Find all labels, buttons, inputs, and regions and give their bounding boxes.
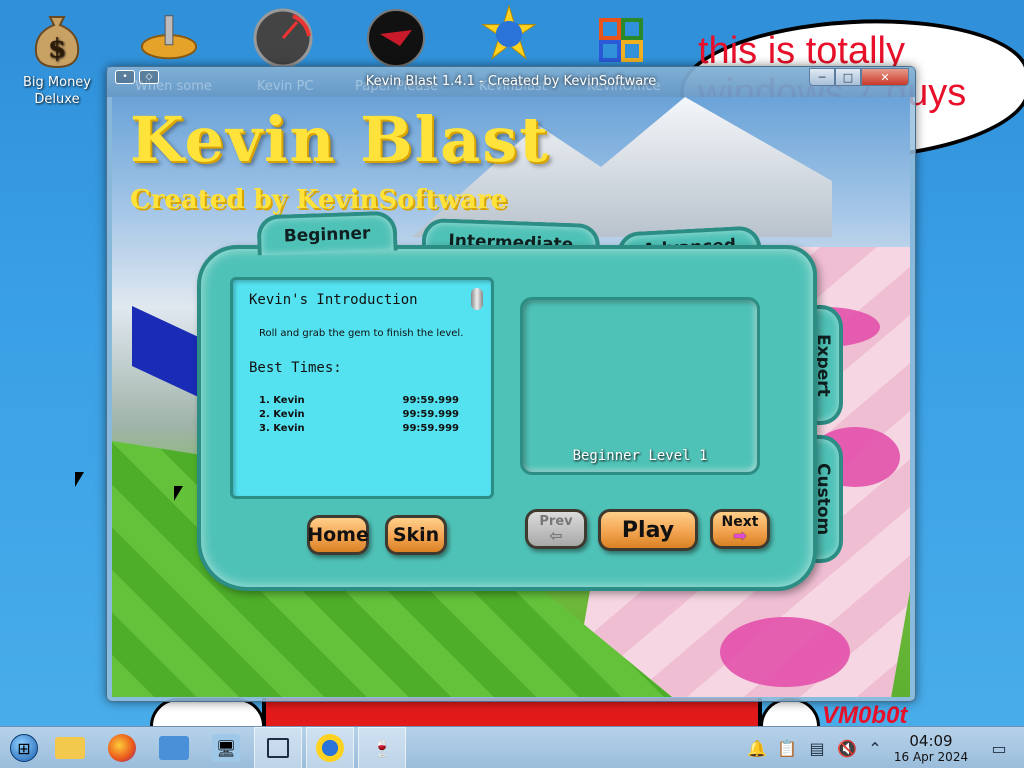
gauge-icon xyxy=(253,8,313,68)
close-button[interactable]: ✕ xyxy=(861,68,909,86)
best-time-value: 99:59.999 xyxy=(402,409,459,420)
play-button[interactable]: Play xyxy=(598,509,698,551)
red-logo-icon xyxy=(366,8,426,68)
best-time-value: 99:59.999 xyxy=(402,395,459,406)
game-logo: Kevin Blast xyxy=(130,103,550,176)
desktop-icon-label: Big Money Deluxe xyxy=(22,75,91,107)
desktop-icon-red-logo[interactable] xyxy=(351,8,441,72)
level-title: Kevin's Introduction xyxy=(249,292,418,308)
tab-beginner[interactable]: Beginner xyxy=(256,210,398,256)
task-view-icon xyxy=(267,738,289,758)
taskbar-kevin-blast[interactable] xyxy=(306,727,354,768)
taskbar: ⊞ 🖥 🍷 🔔 📋 ▤ 🔇 ⌃ 04:09 16 Apr 2024 ▭ xyxy=(0,726,1024,768)
installer-icon: 🖥 xyxy=(212,734,240,762)
game-viewport[interactable]: Kevin Blast Created by KevinSoftware Int… xyxy=(112,97,910,697)
taskbar-file-explorer[interactable] xyxy=(46,727,94,768)
game-logo-subtitle: Created by KevinSoftware xyxy=(130,185,508,215)
best-times-list: 1. Kevin 99:59.999 2. Kevin 99:59.999 3.… xyxy=(259,394,459,436)
best-time-name: 2. Kevin xyxy=(259,409,305,420)
scroll-knob[interactable] xyxy=(471,288,483,310)
desktop-icon-office[interactable] xyxy=(576,10,666,74)
mouse-cursor-icon xyxy=(75,472,84,487)
level-info-box: Kevin's Introduction Roll and grab the g… xyxy=(230,277,494,499)
show-desktop-icon[interactable]: ▭ xyxy=(986,727,1012,768)
drawing-red-shape xyxy=(262,698,762,726)
best-time-name: 1. Kevin xyxy=(259,395,305,406)
taskbar-control-panel[interactable] xyxy=(150,727,198,768)
pink-marking xyxy=(720,617,850,687)
clock-time[interactable]: 04:09 xyxy=(896,732,966,750)
best-time-row: 1. Kevin 99:59.999 xyxy=(259,394,459,408)
best-time-row: 3. Kevin 99:59.999 xyxy=(259,422,459,436)
home-button[interactable]: Home xyxy=(307,515,369,555)
kevin-blast-icon xyxy=(479,4,539,64)
desktop-icon-kevin-blast[interactable] xyxy=(464,4,554,68)
wine-icon: 🍷 xyxy=(372,738,392,758)
desktop-icon-gauge[interactable] xyxy=(238,8,328,72)
storage-icon[interactable]: ▤ xyxy=(804,727,830,768)
office-icon xyxy=(591,10,651,70)
kevin-blast-icon xyxy=(316,734,344,762)
drawing-shape-left xyxy=(150,698,265,726)
drawing-shape-right xyxy=(760,698,820,726)
best-time-row: 2. Kevin 99:59.999 xyxy=(259,408,459,422)
level-description: Roll and grab the gem to finish the leve… xyxy=(259,328,464,339)
level-preview: Beginner Level 1 xyxy=(520,297,760,475)
start-orb-icon: ⊞ xyxy=(10,734,38,762)
minimize-button[interactable]: ─ xyxy=(809,68,835,86)
skin-button[interactable]: Skin xyxy=(385,515,447,555)
best-times-title: Best Times: xyxy=(249,360,342,376)
taskbar-wine[interactable]: 🍷 xyxy=(358,727,406,768)
clock-date[interactable]: 16 Apr 2024 xyxy=(890,750,972,764)
firefox-icon xyxy=(108,734,136,762)
control-panel-icon xyxy=(159,736,189,760)
taskbar-installer[interactable]: 🖥 xyxy=(202,727,250,768)
clipboard-icon[interactable]: 📋 xyxy=(774,727,800,768)
desktop-icon-gear[interactable] xyxy=(124,8,214,72)
preview-level-name: Beginner Level 1 xyxy=(572,448,708,464)
next-button[interactable]: Next ➡ xyxy=(710,509,770,549)
taskbar-task-view[interactable] xyxy=(254,727,302,768)
mouse-cursor-icon xyxy=(174,486,183,501)
prev-button[interactable]: Prev ⇦ xyxy=(525,509,587,549)
svg-text:$: $ xyxy=(48,34,66,64)
best-time-value: 99:59.999 xyxy=(402,423,459,434)
gear-icon xyxy=(139,8,199,68)
window-titlebar[interactable]: When some Kevin PC Paper Please KevinBla… xyxy=(107,67,915,97)
notification-bell-icon[interactable]: 🔔 xyxy=(744,727,770,768)
maximize-button[interactable]: □ xyxy=(835,68,861,86)
left-arrow-icon: ⇦ xyxy=(549,526,563,545)
window-title: Kevin Blast 1.4.1 - Created by KevinSoft… xyxy=(365,74,657,89)
right-arrow-icon: ➡ xyxy=(733,526,747,545)
best-time-name: 3. Kevin xyxy=(259,423,305,434)
start-button[interactable]: ⊞ xyxy=(0,727,48,768)
file-explorer-icon xyxy=(55,737,85,759)
taskbar-firefox[interactable] xyxy=(98,727,146,768)
chevron-up-icon[interactable]: ⌃ xyxy=(862,727,888,768)
kevin-blast-window[interactable]: When some Kevin PC Paper Please KevinBla… xyxy=(106,66,916,702)
volume-muted-icon[interactable]: 🔇 xyxy=(834,727,860,768)
money-bag-icon: $ xyxy=(27,10,87,70)
desktop-icon-big-money-deluxe[interactable]: $ Big Money Deluxe xyxy=(12,10,102,108)
